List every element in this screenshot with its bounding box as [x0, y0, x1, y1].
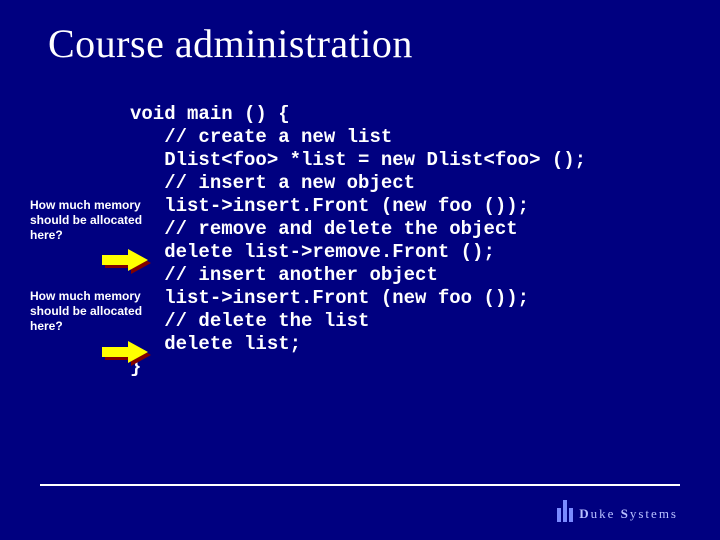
annotation-note-1: How much memory should be allocated here… [30, 198, 170, 243]
logo-word: ystems [630, 506, 678, 521]
logo-char: S [621, 506, 630, 521]
footer-divider [40, 484, 680, 486]
slide: Course administration void main () { // … [0, 0, 720, 540]
logo-char: D [579, 506, 590, 521]
slide-title: Course administration [48, 20, 680, 67]
arrow-icon [102, 249, 148, 271]
logo-text: Duke Systems [579, 506, 678, 522]
annotation-note-2: How much memory should be allocated here… [30, 289, 170, 334]
code-block: void main () { // create a new list Dlis… [130, 103, 586, 379]
logo-mark-icon [557, 500, 573, 522]
logo: Duke Systems [557, 500, 678, 522]
logo-word: uke [591, 506, 616, 521]
arrow-icon [102, 341, 148, 363]
